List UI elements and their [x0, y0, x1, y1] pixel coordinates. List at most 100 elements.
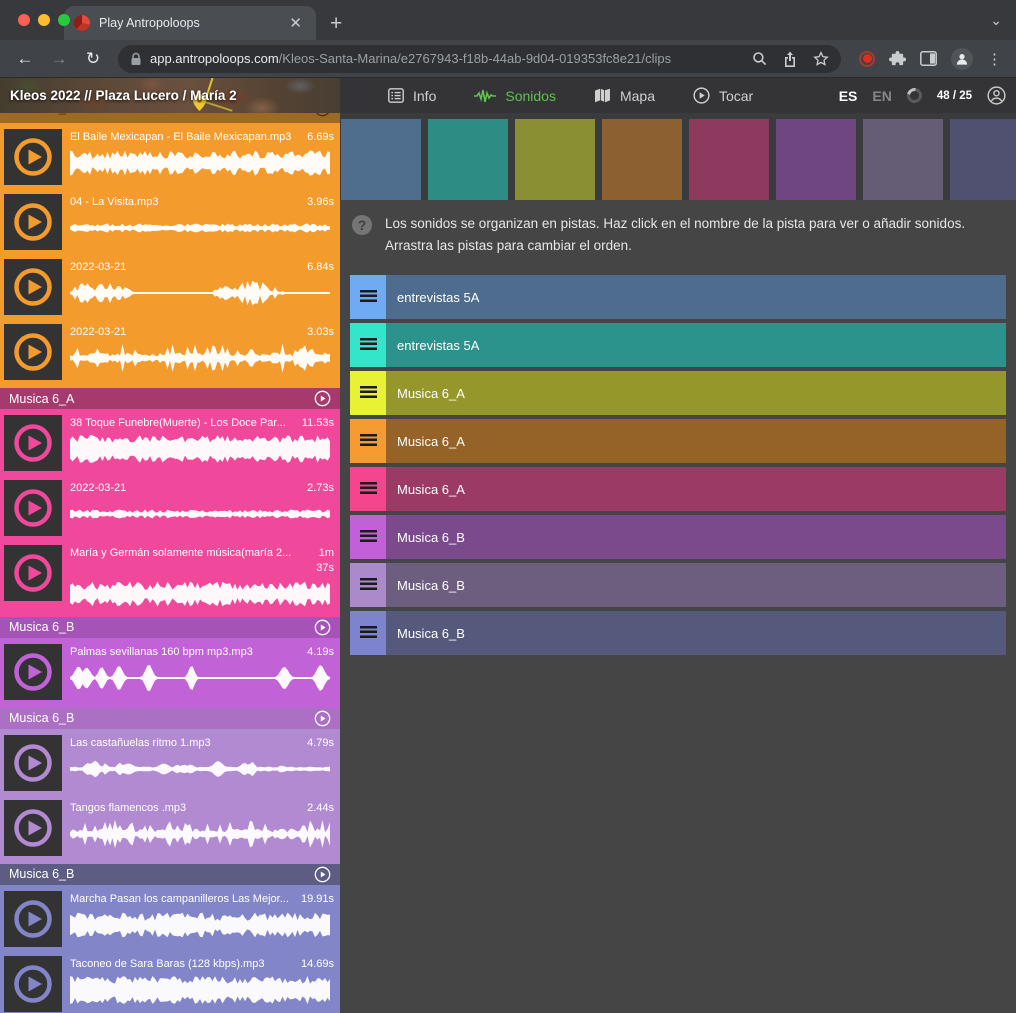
track-drag-handle[interactable] — [350, 419, 386, 463]
track-color-swatch[interactable] — [428, 119, 508, 200]
track-drag-handle[interactable] — [350, 515, 386, 559]
browser-tab[interactable]: Play Antropoloops ✕ — [64, 6, 316, 40]
section-play-button[interactable] — [314, 710, 331, 727]
track-name-button[interactable]: Musica 6_A — [386, 467, 1006, 511]
bookmark-star-icon[interactable] — [813, 51, 829, 67]
record-indicator-icon[interactable] — [859, 51, 875, 67]
clip-row[interactable]: 2022-03-212.73s — [0, 477, 340, 542]
clip-play-button[interactable] — [4, 194, 62, 250]
clip-row[interactable]: Marcha Pasan los campanilleros Las Mejor… — [0, 888, 340, 953]
track-name-button[interactable]: Musica 6_A — [386, 419, 1006, 463]
track-name-button[interactable]: Musica 6_B — [386, 611, 1006, 655]
reload-button[interactable]: ↻ — [78, 44, 108, 74]
clip-play-button[interactable] — [4, 129, 62, 185]
language-toggle-es[interactable]: ES — [839, 88, 858, 104]
minimize-window-button[interactable] — [38, 14, 50, 26]
clip-play-button[interactable] — [4, 480, 62, 536]
profile-avatar[interactable] — [951, 48, 973, 70]
tab-search-chevron-icon[interactable]: ⌄ — [990, 12, 1002, 29]
drag-handle-icon — [360, 338, 377, 352]
track-color-swatch[interactable] — [515, 119, 595, 200]
clip-play-button[interactable] — [4, 415, 62, 471]
browser-menu-icon[interactable]: ⋮ — [987, 50, 1002, 68]
clip-play-button[interactable] — [4, 800, 62, 856]
track-name-button[interactable]: entrevistas 5A — [386, 275, 1006, 319]
play-icon — [12, 963, 54, 1005]
section-header[interactable]: Musica 6_A — [0, 388, 340, 409]
share-icon[interactable] — [783, 51, 797, 67]
track-drag-handle[interactable] — [350, 275, 386, 319]
track-row[interactable]: entrevistas 5A — [350, 323, 1006, 367]
section-play-button[interactable] — [314, 619, 331, 636]
track-drag-handle[interactable] — [350, 611, 386, 655]
section-header[interactable]: Musica 6_B — [0, 617, 340, 638]
window-controls[interactable] — [18, 14, 70, 26]
track-color-swatch[interactable] — [602, 119, 682, 200]
clip-play-button[interactable] — [4, 956, 62, 1012]
clip-row[interactable]: 04 - La Visita.mp33.96s — [0, 191, 340, 256]
nav-item-sonidos[interactable]: Sonidos — [460, 78, 570, 113]
track-color-swatch[interactable] — [689, 119, 769, 200]
track-color-swatch[interactable] — [776, 119, 856, 200]
section-header[interactable]: Musica 6_B — [0, 708, 340, 729]
search-icon[interactable] — [752, 51, 767, 66]
clip-play-button[interactable] — [4, 735, 62, 791]
zoom-window-button[interactable] — [58, 14, 70, 26]
clip-play-button[interactable] — [4, 891, 62, 947]
section-play-button[interactable] — [314, 866, 331, 883]
track-color-swatch[interactable] — [341, 119, 421, 200]
track-label: Musica 6_A — [397, 434, 465, 449]
track-name-button[interactable]: entrevistas 5A — [386, 323, 1006, 367]
browser-tabstrip: Play Antropoloops ✕ + ⌄ — [0, 0, 1016, 40]
clip-play-button[interactable] — [4, 644, 62, 700]
nav-item-tocar[interactable]: Tocar — [679, 78, 767, 113]
clip-play-button[interactable] — [4, 259, 62, 315]
track-row[interactable]: Musica 6_A — [350, 419, 1006, 463]
track-row[interactable]: Musica 6_B — [350, 611, 1006, 655]
clip-row[interactable]: 2022-03-216.84s — [0, 256, 340, 321]
section-play-button[interactable] — [314, 113, 331, 117]
section-header[interactable]: Musica 6_B — [0, 864, 340, 885]
forward-button[interactable]: → — [44, 44, 74, 74]
waveform — [70, 579, 332, 609]
close-window-button[interactable] — [18, 14, 30, 26]
nav-item-info[interactable]: Info — [374, 78, 450, 113]
clip-row[interactable]: El Baile Mexicapan - El Baile Mexicapan.… — [0, 126, 340, 191]
track-name-button[interactable]: Musica 6_B — [386, 563, 1006, 607]
track-drag-handle[interactable] — [350, 563, 386, 607]
track-row[interactable]: Musica 6_B — [350, 563, 1006, 607]
side-panel-icon[interactable] — [920, 51, 937, 66]
clip-row[interactable]: Las castañuelas ritmo 1.mp34.79s — [0, 732, 340, 797]
clip-play-button[interactable] — [4, 324, 62, 380]
nav-item-mapa[interactable]: Mapa — [580, 78, 669, 113]
tab-close-icon[interactable]: ✕ — [285, 14, 306, 33]
clip-row[interactable]: María y Germán solamente música(maría 2.… — [0, 542, 340, 615]
track-drag-handle[interactable] — [350, 371, 386, 415]
track-drag-handle[interactable] — [350, 467, 386, 511]
section-play-button[interactable] — [314, 390, 331, 407]
track-name-button[interactable]: Musica 6_A — [386, 371, 1006, 415]
clip-row[interactable]: Taconeo de Sara Baras (128 kbps).mp314.6… — [0, 953, 340, 1013]
clip-row[interactable]: 2022-03-213.03s — [0, 321, 340, 386]
track-row[interactable]: Musica 6_A — [350, 467, 1006, 511]
app-nav: Info Sonidos Mapa Tocar ES EN 48 / 25 — [340, 78, 1016, 113]
account-icon[interactable] — [987, 86, 1006, 105]
clip-play-button[interactable] — [4, 545, 62, 601]
track-row[interactable]: Musica 6_B — [350, 515, 1006, 559]
clip-row[interactable]: Palmas sevillanas 160 bpm mp3.mp34.19s — [0, 641, 340, 706]
clip-row[interactable]: 38 Toque Funebre(Muerte) - Los Doce Par.… — [0, 412, 340, 477]
extensions-puzzle-icon[interactable] — [889, 50, 906, 67]
track-color-swatch[interactable] — [863, 119, 943, 200]
clip-row[interactable]: Tangos flamencos .mp32.44s — [0, 797, 340, 862]
track-row[interactable]: entrevistas 5A — [350, 275, 1006, 319]
track-label: entrevistas 5A — [397, 338, 479, 353]
back-button[interactable]: ← — [10, 44, 40, 74]
track-name-button[interactable]: Musica 6_B — [386, 515, 1006, 559]
new-tab-button[interactable]: + — [330, 13, 342, 34]
track-row[interactable]: Musica 6_A — [350, 371, 1006, 415]
language-toggle-en[interactable]: EN — [872, 88, 891, 104]
track-drag-handle[interactable] — [350, 323, 386, 367]
section-header[interactable]: Musica 6_A — [0, 113, 340, 123]
track-color-swatch[interactable] — [950, 119, 1016, 200]
address-bar[interactable]: app.antropoloops.com/Kleos-Santa-Marina/… — [118, 45, 841, 73]
